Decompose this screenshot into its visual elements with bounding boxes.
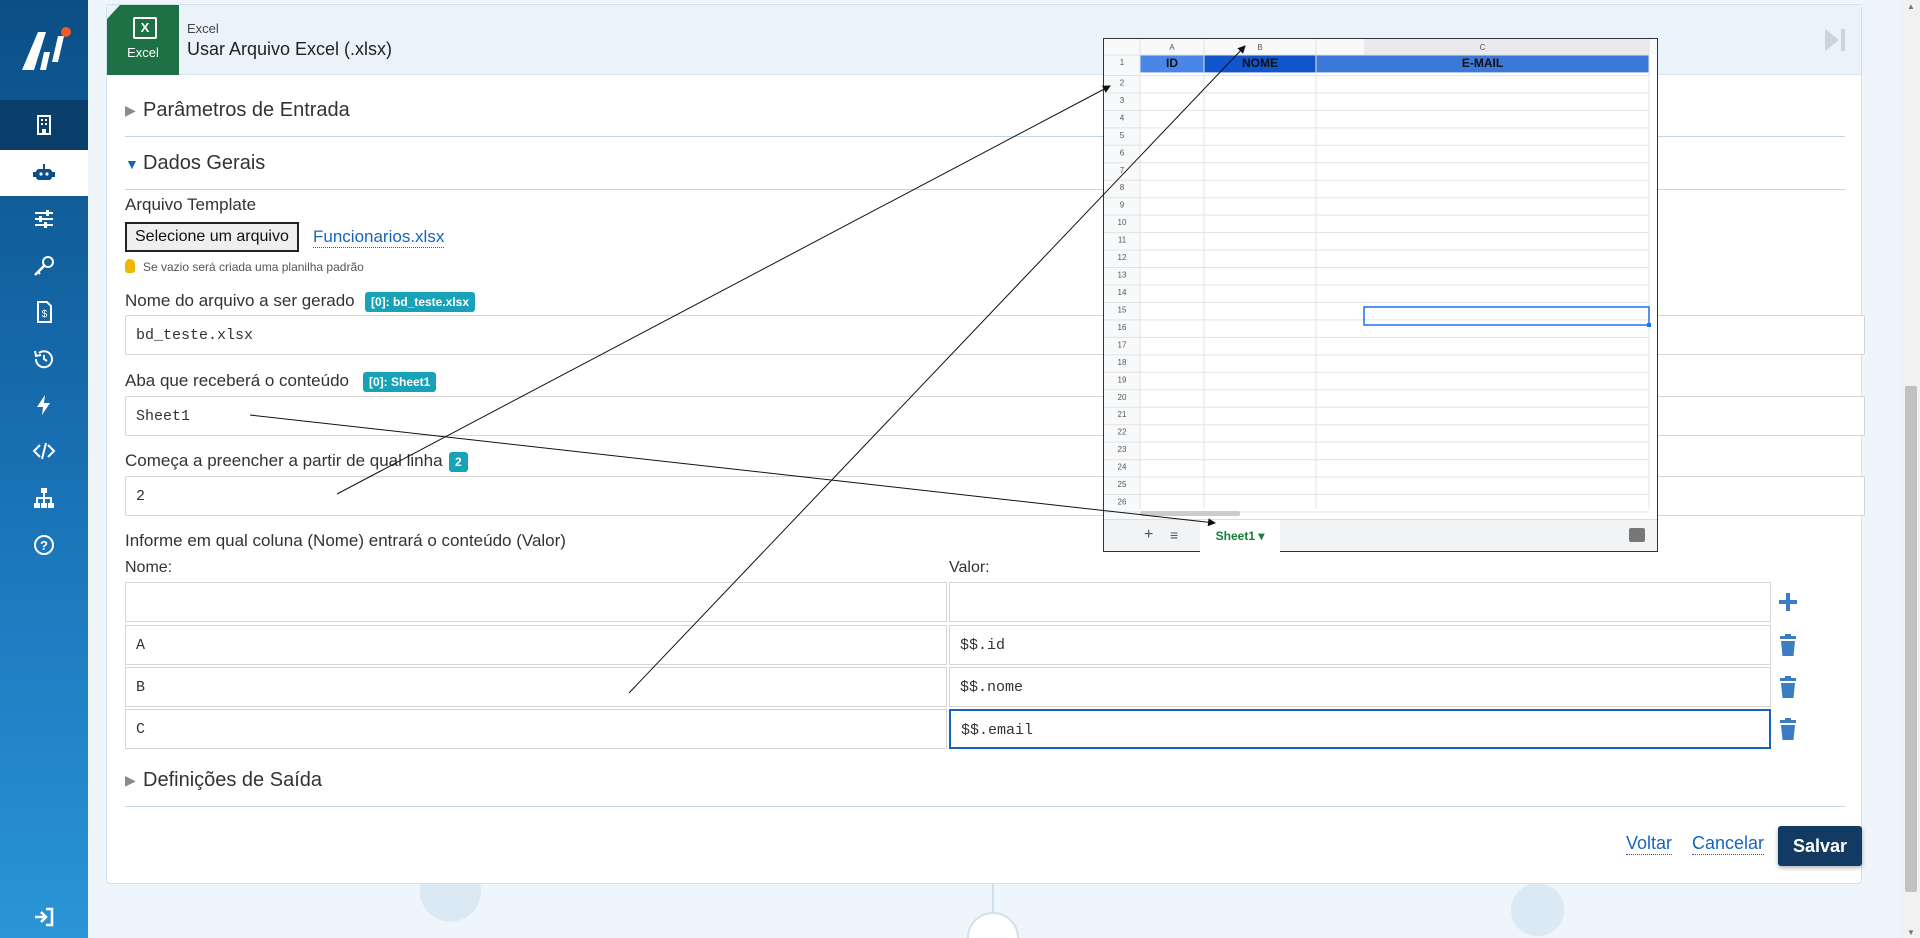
scroll-up-icon[interactable]: ▲ — [1907, 2, 1915, 11]
arrow-row-to-sheet — [336, 85, 1111, 495]
scroll-down-icon[interactable]: ▼ — [1907, 928, 1915, 937]
arrow-tab-to-sheet — [249, 414, 1216, 527]
scroll-thumb[interactable] — [1905, 386, 1917, 892]
annotation-arrows — [249, 45, 1246, 694]
page-scrollbar[interactable]: ▲ ▼ — [1902, 0, 1920, 938]
arrow-mapping-to-sheet — [628, 45, 1246, 694]
